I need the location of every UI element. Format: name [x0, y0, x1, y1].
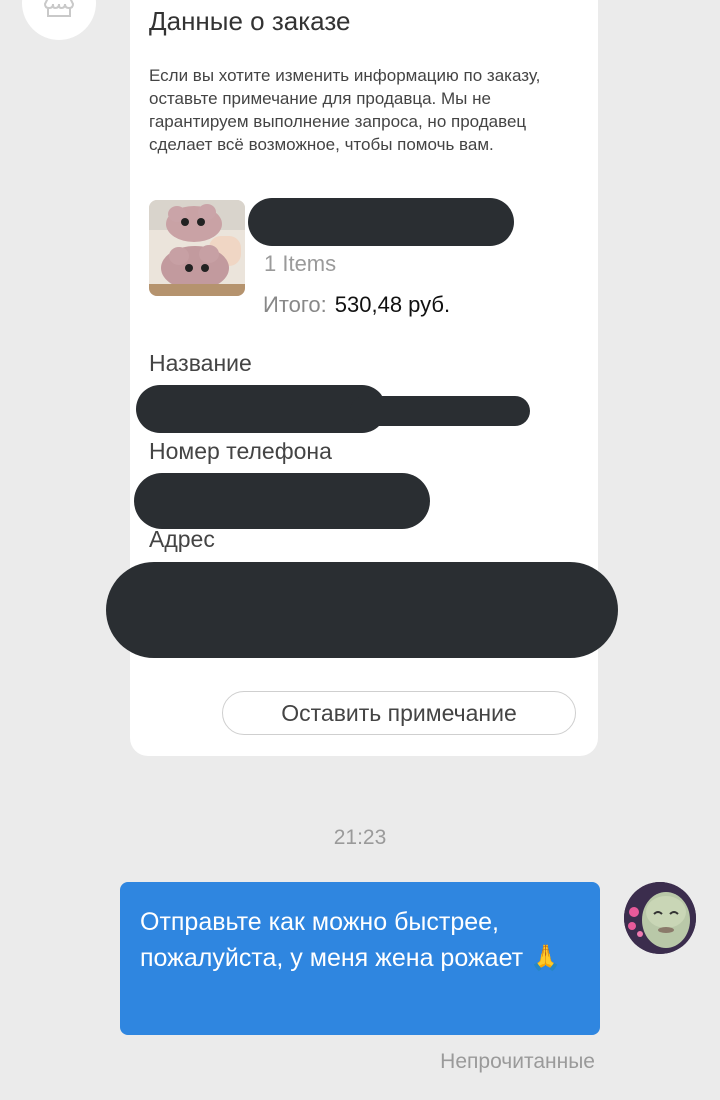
phone-label: Номер телефона: [149, 438, 332, 464]
card-title: Данные о заказе: [149, 6, 351, 36]
address-label: Адрес: [149, 526, 215, 552]
redacted-product-name: [248, 198, 514, 246]
user-avatar[interactable]: [624, 882, 696, 954]
total-value: 530,48 руб.: [334, 292, 451, 317]
name-label: Название: [149, 350, 252, 376]
redacted-address-value: [106, 562, 618, 658]
redacted-name-value: [136, 385, 386, 433]
message-timestamp: 21:23: [333, 826, 387, 849]
message-text: Отправьте как можно быстрее, пожалуйста,…: [140, 908, 562, 972]
redacted-phone-value: [134, 473, 430, 529]
user-avatar-image: [624, 882, 696, 954]
redacted-name-value-tail: [350, 396, 530, 426]
shop-icon: [43, 0, 75, 17]
leave-note-button[interactable]: Оставить примечание: [222, 691, 576, 735]
total-row: Итого: 530,48 руб.: [263, 292, 450, 318]
card-description: Если вы хотите изменить информацию по за…: [149, 66, 541, 154]
message-status: Непрочитанные: [440, 1050, 595, 1073]
product-image[interactable]: [149, 200, 245, 296]
shop-avatar[interactable]: [22, 0, 96, 40]
sent-message-bubble[interactable]: Отправьте как можно быстрее, пожалуйста,…: [120, 882, 600, 1035]
total-label: Итого:: [263, 292, 327, 317]
plush-gloves-image: [149, 200, 245, 296]
items-count: 1 Items: [264, 251, 337, 276]
